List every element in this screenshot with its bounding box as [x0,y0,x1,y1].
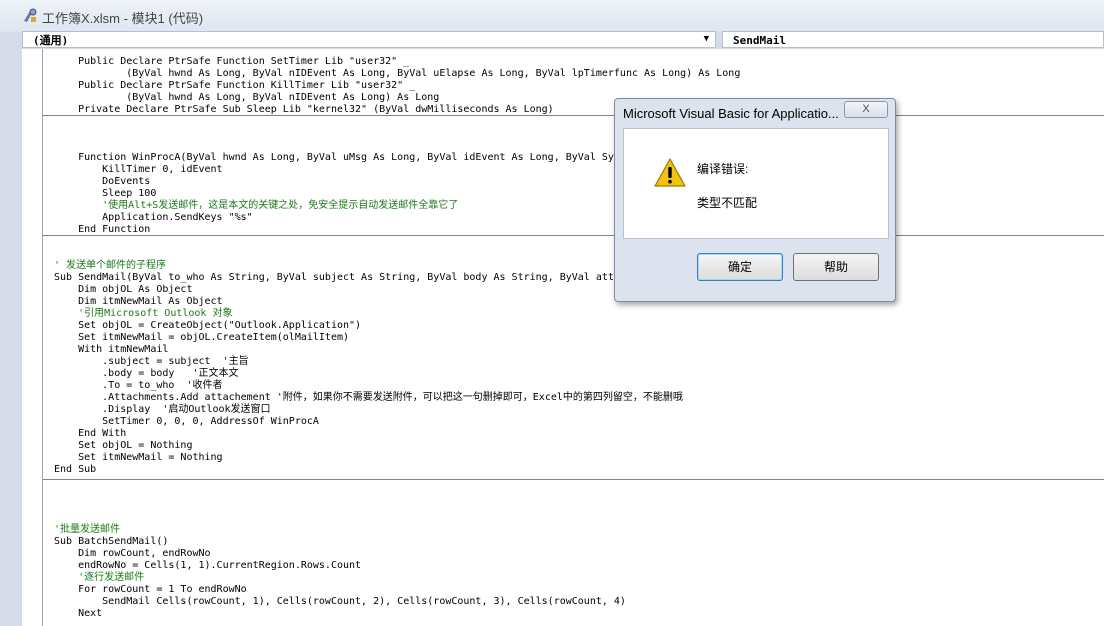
code-line[interactable]: endRowNo = Cells(1, 1).CurrentRegion.Row… [54,560,361,572]
code-line[interactable]: Set objOL = CreateObject("Outlook.Applic… [54,320,361,332]
dialog-close-button[interactable]: X [844,101,888,118]
code-line[interactable]: Set itmNewMail = objOL.CreateItem(olMail… [54,332,349,344]
error-message: 类型不匹配 [697,196,758,210]
code-comment-line[interactable]: '引用Microsoft Outlook 对象 [54,308,232,320]
code-line[interactable]: SendMail Cells(rowCount, 1), Cells(rowCo… [54,596,626,608]
error-heading: 编译错误: [697,162,749,176]
vba-editor-icon [22,8,38,24]
code-line[interactable]: (ByVal hwnd As Long, ByVal nIDEvent As L… [54,68,740,80]
object-dropdown[interactable]: (通用) ▼ [22,31,716,48]
code-line[interactable]: Next [54,608,102,620]
code-line[interactable]: Dim rowCount, endRowNo [54,548,210,560]
code-line[interactable]: Set itmNewMail = Nothing [54,452,223,464]
chevron-down-icon[interactable]: ▼ [704,33,709,46]
code-line[interactable]: (ByVal hwnd As Long, ByVal nIDEvent As L… [54,92,439,104]
code-comment-line[interactable]: '批量发送邮件 [54,524,120,536]
procedure-separator [43,479,1104,480]
margin-indicator-bar [42,49,43,626]
code-line[interactable]: Set objOL = Nothing [54,440,192,452]
code-line[interactable]: KillTimer 0, idEvent [54,164,222,176]
code-line[interactable]: Dim objOL As Object [54,284,192,296]
code-line[interactable]: Dim itmNewMail As Object [54,296,223,308]
title-bar: 工作簿X.xlsm - 模块1 (代码) [0,0,1104,32]
code-line[interactable]: With itmNewMail [54,344,168,356]
object-dropdown-value: (通用) [33,34,69,47]
code-line[interactable]: Sub SendMail(ByVal to_who As String, ByV… [54,272,620,284]
code-editor[interactable]: Public Declare PtrSafe Function SetTimer… [22,49,1104,626]
code-line[interactable]: End Function [54,224,150,236]
code-line[interactable]: DoEvents [54,176,150,188]
code-line[interactable]: Application.SendKeys "%s" [54,212,253,224]
compile-error-dialog: Microsoft Visual Basic for Applicatio...… [614,98,896,302]
warning-icon [654,157,686,189]
procedure-dropdown[interactable]: SendMail [722,31,1104,48]
code-comment-line[interactable]: ' 发送单个邮件的子程序 [54,260,166,272]
procedure-separator [43,235,1104,236]
code-line[interactable]: SetTimer 0, 0, 0, AddressOf WinProcA [54,416,319,428]
code-line[interactable]: For rowCount = 1 To endRowNo [54,584,247,596]
code-line[interactable]: Public Declare PtrSafe Function SetTimer… [54,56,409,68]
dialog-title: Microsoft Visual Basic for Applicatio... [623,106,839,121]
code-comment-line[interactable]: '逐行发送邮件 [54,572,144,584]
code-line[interactable]: .Attachments.Add attachement '附件，如果你不需要发… [54,392,683,404]
code-line[interactable]: Function WinProcA(ByVal hwnd As Long, By… [54,152,620,164]
code-line[interactable]: .subject = subject '主旨 [54,356,248,368]
procedure-dropdown-value: SendMail [733,34,786,47]
code-line[interactable]: Public Declare PtrSafe Function KillTime… [54,80,415,92]
code-comment-line[interactable]: '使用Alt+S发送邮件，这是本文的关键之处，免安全提示自动发送邮件全靠它了 [54,200,458,212]
code-line[interactable]: .Display '启动Outlook发送窗口 [54,404,270,416]
code-line[interactable]: .body = body '正文本文 [54,368,238,380]
dialog-message-area: 编译错误: 类型不匹配 [623,128,889,239]
code-line[interactable]: Sleep 100 [54,188,156,200]
code-line[interactable]: Private Declare PtrSafe Sub Sleep Lib "k… [54,104,554,116]
ok-button[interactable]: 确定 [697,253,783,281]
help-button[interactable]: 帮助 [793,253,879,281]
code-line[interactable]: End Sub [54,464,96,476]
code-line[interactable]: Sub BatchSendMail() [54,536,168,548]
window-title: 工作簿X.xlsm - 模块1 (代码) [42,11,204,26]
code-line[interactable]: .To = to_who '收件者 [54,380,222,392]
code-line[interactable]: End With [54,428,126,440]
